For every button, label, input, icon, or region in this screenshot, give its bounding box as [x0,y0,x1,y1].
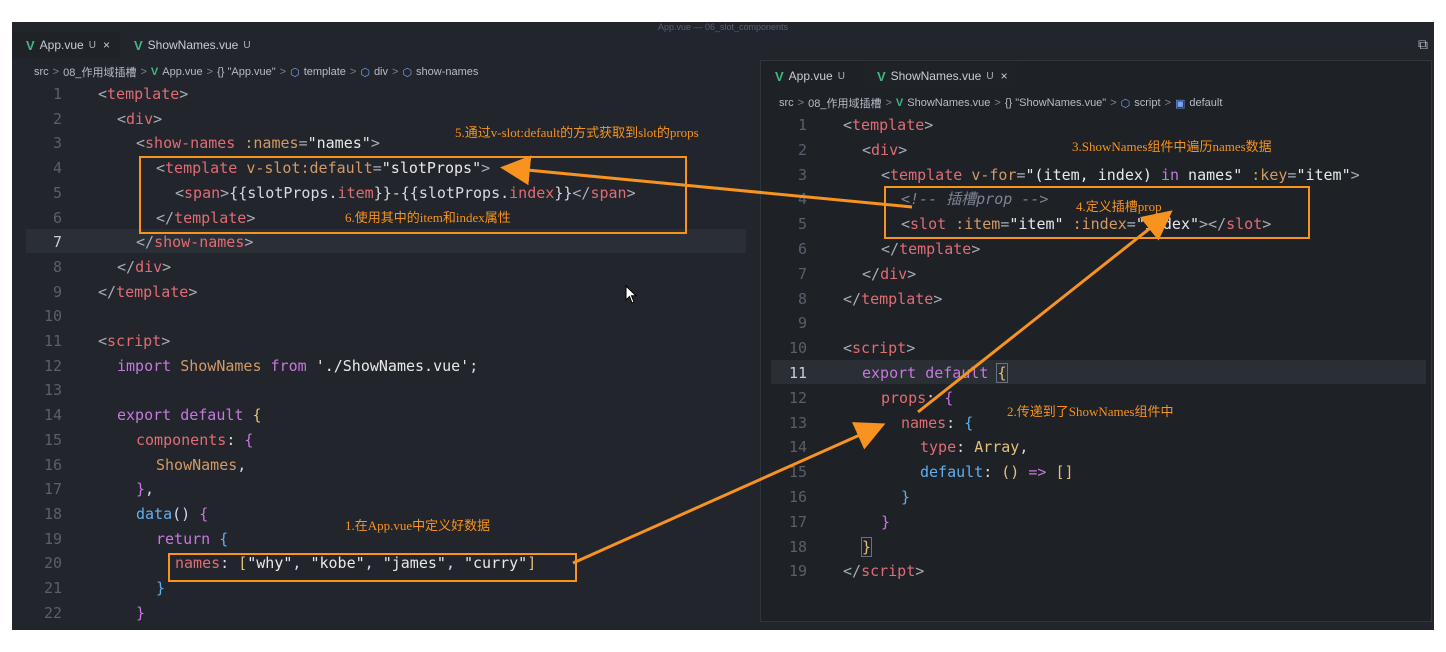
arrow-slot-to-template [500,155,913,209]
arrow-data-to-props [572,422,886,565]
annotation-arrows [500,155,1173,565]
arrow-props-to-slot [917,210,1173,414]
mouse-pointer-icon [625,285,638,304]
